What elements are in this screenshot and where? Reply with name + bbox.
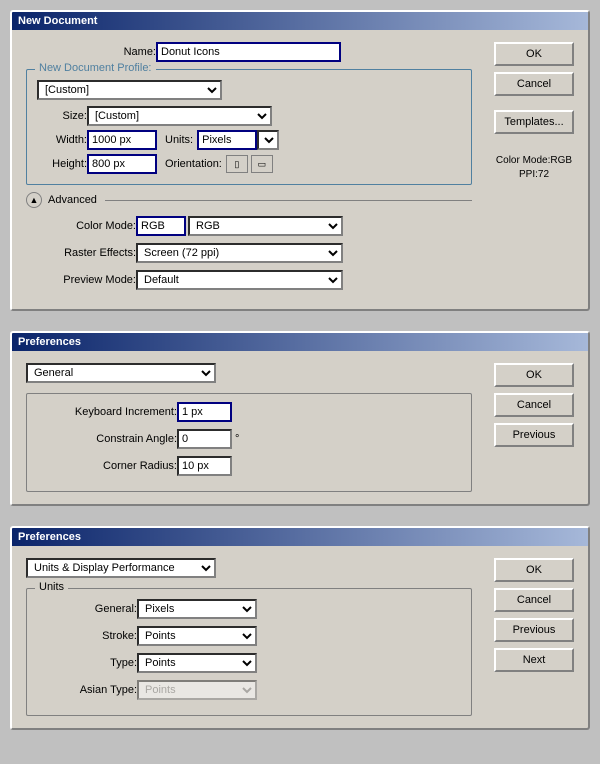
size-label: Size: [37, 110, 87, 122]
keyboard-increment-row: Keyboard Increment: [37, 402, 461, 422]
preview-mode-label: Preview Mode: [26, 274, 136, 286]
color-mode-select[interactable]: RGB [188, 216, 343, 236]
pref-units-ok-button[interactable]: OK [494, 558, 574, 582]
preferences-general-form: General Keyboard Increment: Constrain An… [26, 363, 472, 492]
units-label: Units: [165, 134, 193, 146]
units-input[interactable] [197, 130, 257, 150]
orientation-group: ▯ ▭ [226, 155, 273, 173]
name-label: Name: [26, 46, 156, 58]
pref-units-previous-button[interactable]: Previous [494, 618, 574, 642]
new-document-buttons: OK Cancel Templates... Color Mode:RGBPPI… [494, 42, 574, 297]
templates-button[interactable]: Templates... [494, 110, 574, 134]
units-type-label: Type: [37, 657, 137, 669]
constrain-angle-row: Constrain Angle: ° [37, 429, 461, 449]
preferences-units-buttons: OK Cancel Previous Next [494, 558, 574, 716]
cancel-button[interactable]: Cancel [494, 72, 574, 96]
profile-row: [Custom] [37, 80, 461, 100]
preferences-units-dialog: Preferences Units & Display Performance … [10, 526, 590, 730]
preferences-units-form: Units & Display Performance Units Genera… [26, 558, 472, 716]
portrait-button[interactable]: ▯ [226, 155, 248, 173]
units-stroke-row: Stroke: Points [37, 626, 461, 646]
profile-select[interactable]: [Custom] [37, 80, 222, 100]
height-label: Height: [37, 158, 87, 170]
color-mode-label: Color Mode: [26, 220, 136, 232]
units-fieldset: Units General: Pixels Stroke: Points [26, 588, 472, 716]
name-input[interactable] [156, 42, 341, 62]
preview-mode-select[interactable]: Default [136, 270, 343, 290]
units-legend: Units [35, 581, 68, 593]
units-general-label: General: [37, 603, 137, 615]
new-document-titlebar: New Document [12, 12, 588, 30]
size-select[interactable]: [Custom] [87, 106, 272, 126]
degree-symbol: ° [235, 433, 239, 445]
preferences-general-dialog: Preferences General Keyboard Increment: [10, 331, 590, 506]
new-document-dialog: New Document Name: New Document Profile:… [10, 10, 590, 311]
height-input[interactable] [87, 154, 157, 174]
units-stroke-label: Stroke: [37, 630, 137, 642]
pref-gen-ok-button[interactable]: OK [494, 363, 574, 387]
landscape-button[interactable]: ▭ [251, 155, 273, 173]
orientation-label: Orientation: [165, 158, 222, 170]
width-row: Width: Units: ▼ [37, 130, 461, 150]
corner-radius-input[interactable] [177, 456, 232, 476]
units-asian-type-select: Points [137, 680, 257, 700]
units-stroke-select[interactable]: Points [137, 626, 257, 646]
preview-mode-row: Preview Mode: Default [26, 270, 472, 290]
section-selector-row: General [26, 363, 472, 383]
profile-group: New Document Profile: [Custom] Size: [Cu… [26, 69, 472, 185]
keyboard-increment-input[interactable] [177, 402, 232, 422]
units-type-select[interactable]: Points [137, 653, 257, 673]
advanced-row: ▲ Advanced [26, 192, 472, 208]
constrain-angle-label: Constrain Angle: [37, 433, 177, 445]
advanced-label: Advanced [48, 194, 97, 206]
units-asian-type-row: Asian Type: Points [37, 680, 461, 700]
units-select[interactable]: ▼ [257, 130, 279, 150]
general-settings-group: Keyboard Increment: Constrain Angle: ° C… [26, 393, 472, 492]
color-mode-row: Color Mode: RGB [26, 216, 472, 236]
color-mode-info: Color Mode:RGBPPI:72 [494, 154, 574, 182]
units-section-selector-row: Units & Display Performance [26, 558, 472, 578]
width-input[interactable] [87, 130, 157, 150]
pref-units-next-button[interactable]: Next [494, 648, 574, 672]
preferences-general-title: Preferences [18, 336, 81, 348]
section-select[interactable]: General [26, 363, 216, 383]
color-mode-input[interactable] [136, 216, 186, 236]
units-asian-type-label: Asian Type: [37, 684, 137, 696]
constrain-angle-input[interactable] [177, 429, 232, 449]
raster-effects-select[interactable]: Screen (72 ppi) [136, 243, 343, 263]
pref-gen-cancel-button[interactable]: Cancel [494, 393, 574, 417]
units-general-select[interactable]: Pixels [137, 599, 257, 619]
new-document-form: Name: New Document Profile: [Custom] Siz… [26, 42, 472, 297]
units-type-row: Type: Points [37, 653, 461, 673]
advanced-toggle[interactable]: ▲ [26, 192, 42, 208]
height-row: Height: Orientation: ▯ ▭ [37, 154, 461, 174]
units-section-select[interactable]: Units & Display Performance [26, 558, 216, 578]
profile-legend: New Document Profile: [35, 62, 156, 74]
preferences-units-titlebar: Preferences [12, 528, 588, 546]
raster-effects-label: Raster Effects: [26, 247, 136, 259]
size-row: Size: [Custom] [37, 106, 461, 126]
keyboard-increment-label: Keyboard Increment: [37, 406, 177, 418]
width-label: Width: [37, 134, 87, 146]
units-general-row: General: Pixels [37, 599, 461, 619]
preferences-units-title: Preferences [18, 531, 81, 543]
corner-radius-row: Corner Radius: [37, 456, 461, 476]
preferences-general-buttons: OK Cancel Previous [494, 363, 574, 492]
new-document-title: New Document [18, 15, 97, 27]
pref-gen-previous-button[interactable]: Previous [494, 423, 574, 447]
raster-effects-row: Raster Effects: Screen (72 ppi) [26, 243, 472, 263]
pref-units-cancel-button[interactable]: Cancel [494, 588, 574, 612]
corner-radius-label: Corner Radius: [37, 460, 177, 472]
preferences-general-titlebar: Preferences [12, 333, 588, 351]
name-row: Name: [26, 42, 472, 62]
ok-button[interactable]: OK [494, 42, 574, 66]
